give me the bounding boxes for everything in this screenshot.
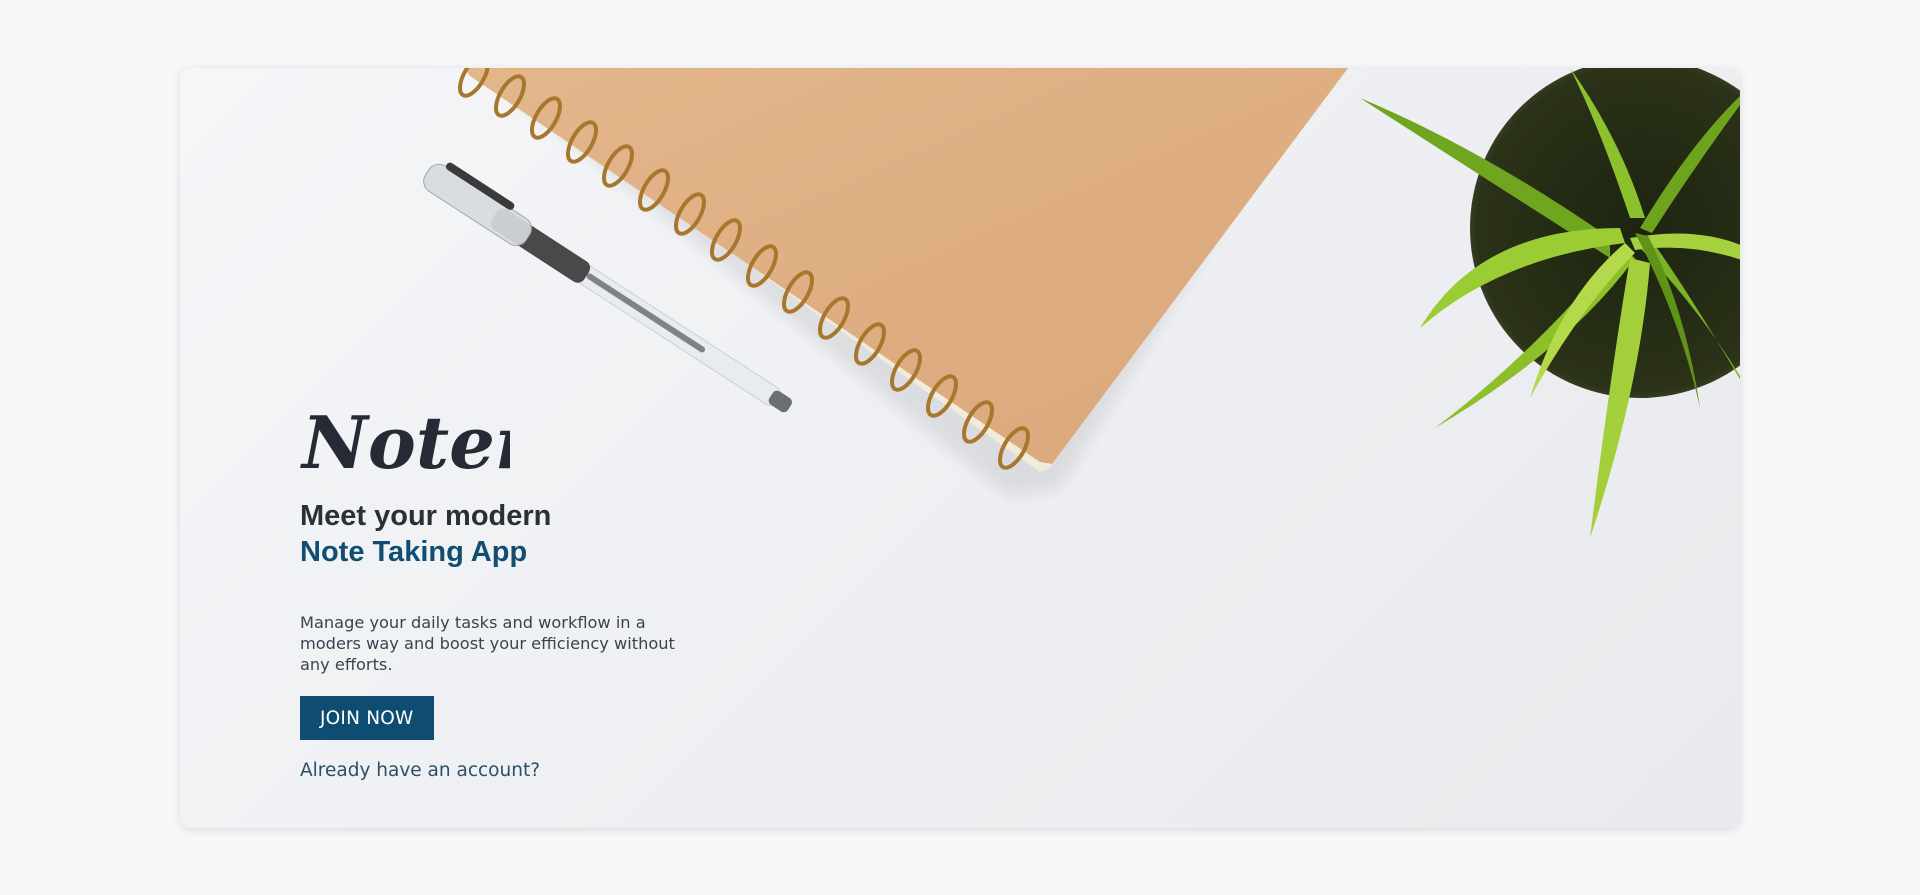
join-now-button[interactable]: JOIN NOW	[300, 696, 434, 740]
headline: Meet your modern Note Taking App	[300, 498, 551, 570]
logo-text: Noter	[300, 400, 510, 485]
noter-logo: Noter	[300, 400, 510, 485]
headline-line-2: Note Taking App	[300, 536, 528, 568]
hero-card: Noter Meet your modern Note Taking App M…	[180, 68, 1740, 828]
hero-description: Manage your daily tasks and workflow in …	[300, 613, 675, 674]
login-link[interactable]: Already have an account?	[300, 760, 540, 781]
headline-line-1: Meet your modern	[300, 500, 552, 532]
